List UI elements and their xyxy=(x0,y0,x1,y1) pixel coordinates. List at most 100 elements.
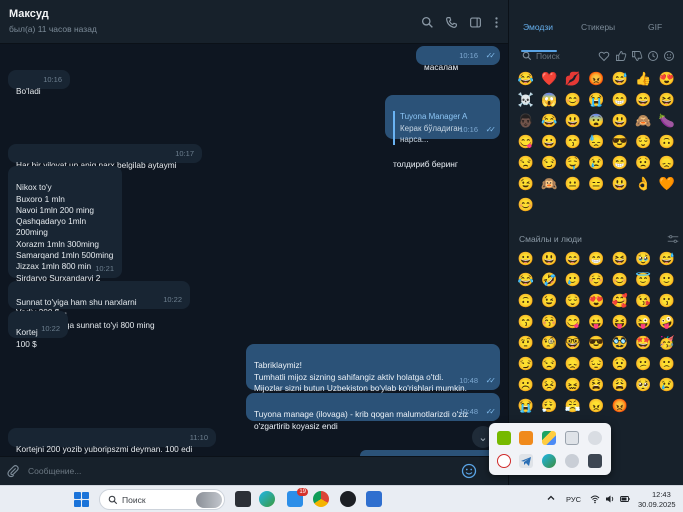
emoji-item[interactable]: 😋 xyxy=(564,312,582,330)
emoji-item[interactable]: ☠️ xyxy=(517,90,535,108)
more-menu-icon[interactable] xyxy=(487,13,505,31)
emoji-item[interactable]: 😡 xyxy=(611,396,629,414)
message-incoming[interactable]: Har bir viloyat un aniq narx belgilab ay… xyxy=(8,144,202,170)
emoji-item[interactable]: 🧐 xyxy=(541,333,559,351)
emoji-item[interactable]: 😃 xyxy=(564,111,582,129)
message-outgoing[interactable]: Tabriklaymiz! Tumhatli mijoz sizning sah… xyxy=(246,344,500,393)
emoji-item[interactable]: ❤️ xyxy=(541,69,559,87)
windows-start-icon[interactable] xyxy=(74,492,89,507)
emoji-item[interactable]: 😜 xyxy=(635,312,653,330)
thumbs-up-category-icon[interactable] xyxy=(615,50,627,62)
emoji-item[interactable]: 😡 xyxy=(588,69,606,87)
emoji-item[interactable]: 😂 xyxy=(517,270,535,288)
edge-icon[interactable] xyxy=(542,454,556,468)
emoji-item[interactable]: 😒 xyxy=(541,354,559,372)
emoji-item[interactable]: 😢 xyxy=(658,375,676,393)
smiley-category-icon[interactable] xyxy=(663,50,675,62)
battery-icon[interactable] xyxy=(620,494,630,504)
sidebar-toggle-icon[interactable] xyxy=(466,13,484,31)
emoji-item[interactable]: 😟 xyxy=(635,153,653,171)
emoji-item[interactable]: 🍆 xyxy=(658,111,676,129)
nvidia-icon[interactable] xyxy=(497,431,511,445)
emoji-item[interactable]: 🤤 xyxy=(564,153,582,171)
message-outgoing[interactable]: масалам 10:16 ✓✓ xyxy=(416,46,500,72)
paperclip-icon[interactable] xyxy=(6,464,20,478)
emoji-item[interactable]: 😖 xyxy=(564,375,582,393)
emoji-item[interactable]: 😨 xyxy=(588,111,606,129)
emoji-item[interactable]: 😫 xyxy=(588,375,606,393)
emoji-item[interactable]: 😃 xyxy=(611,174,629,192)
emoji-item[interactable]: 🙂 xyxy=(658,270,676,288)
heart-category-icon[interactable] xyxy=(598,50,610,62)
emoji-item[interactable]: 😄 xyxy=(635,90,653,108)
emoji-item[interactable]: 🤓 xyxy=(564,333,582,351)
usb-icon[interactable] xyxy=(565,431,579,445)
emoji-item[interactable]: 🥳 xyxy=(658,333,676,351)
emoji-item[interactable]: 😤 xyxy=(564,396,582,414)
emoji-item[interactable]: 😀 xyxy=(517,249,535,267)
emoji-item[interactable]: 😟 xyxy=(611,354,629,372)
emoji-item[interactable]: 🥺 xyxy=(635,375,653,393)
clock-time[interactable]: 12:43 xyxy=(652,490,671,499)
emoji-item[interactable]: 😞 xyxy=(658,153,676,171)
message-outgoing[interactable]: Tuyona manage (ilovaga) - krib qogan mal… xyxy=(246,393,500,431)
message-incoming[interactable]: Kortejni 200 yozib yuboripszmi deyman. 1… xyxy=(8,428,216,454)
message-list[interactable]: масалам 10:16 ✓✓ Bo'ladi 10:16 Tuyona Ma… xyxy=(0,44,508,456)
emoji-item[interactable]: 😍 xyxy=(588,291,606,309)
emoji-item[interactable]: 😢 xyxy=(588,153,606,171)
emoji-item[interactable]: 😄 xyxy=(564,249,582,267)
emoji-item[interactable]: 🙁 xyxy=(658,354,676,372)
emoji-item[interactable]: 😎 xyxy=(588,333,606,351)
chevron-up-icon[interactable] xyxy=(546,493,556,503)
message-incoming[interactable]: Kortej 100 $ 10:22 xyxy=(8,311,68,349)
tab-stickers[interactable]: Стикеры xyxy=(581,22,615,32)
yandex-icon[interactable] xyxy=(497,454,511,468)
chat-icon[interactable] xyxy=(588,431,602,445)
emoji-item[interactable]: 😣 xyxy=(541,375,559,393)
emoji-item[interactable]: 🙈 xyxy=(635,111,653,129)
wifi-icon[interactable] xyxy=(590,494,600,504)
message-outgoing-reply[interactable]: Tuyona Manager A Керак бўладиган нарса..… xyxy=(385,95,500,169)
emoji-item[interactable]: 😁 xyxy=(611,153,629,171)
emoji-item[interactable]: 😉 xyxy=(517,174,535,192)
emoji-item[interactable]: 🙉 xyxy=(541,174,559,192)
emoji-item[interactable]: 😐 xyxy=(564,174,582,192)
tab-emoji[interactable]: Эмодзи xyxy=(523,22,553,32)
mail-app-icon[interactable]: 19 xyxy=(287,488,308,507)
taskbar-search[interactable]: Поиск xyxy=(99,489,225,510)
message-incoming[interactable]: Sunnat to'yiga ham shu narxlarni belgila… xyxy=(8,281,190,330)
emoji-item[interactable]: 😓 xyxy=(588,132,606,150)
emoji-item[interactable]: 🥸 xyxy=(611,333,629,351)
language-indicator[interactable]: РУС xyxy=(566,495,581,504)
google-drive-icon[interactable] xyxy=(542,431,556,445)
emoji-icon[interactable] xyxy=(461,463,477,479)
emoji-item[interactable]: 😙 xyxy=(564,132,582,150)
message-incoming[interactable]: Bo'ladi 10:16 xyxy=(8,70,70,96)
phone-icon[interactable] xyxy=(442,13,460,31)
emoji-item[interactable]: 😔 xyxy=(588,354,606,372)
emoji-item[interactable]: 🙃 xyxy=(658,132,676,150)
emoji-item[interactable]: 😑 xyxy=(588,174,606,192)
emoji-item[interactable]: 😀 xyxy=(541,132,559,150)
document-app-icon[interactable] xyxy=(366,491,382,507)
emoji-item[interactable]: 🙃 xyxy=(517,291,535,309)
volume-icon[interactable] xyxy=(605,494,615,504)
emoji-item[interactable]: 😋 xyxy=(517,132,535,150)
emoji-item[interactable]: 😚 xyxy=(541,312,559,330)
emoji-item[interactable]: 😏 xyxy=(517,354,535,372)
emoji-item[interactable]: 😝 xyxy=(611,312,629,330)
emoji-item[interactable]: 👌 xyxy=(635,174,653,192)
emoji-item[interactable]: 😞 xyxy=(564,354,582,372)
chat-header[interactable]: Максуд был(а) 11 часов назад xyxy=(0,0,508,44)
emoji-item[interactable]: 😊 xyxy=(517,195,535,213)
emoji-item[interactable]: 😌 xyxy=(635,132,653,150)
emoji-item[interactable]: 😗 xyxy=(658,291,676,309)
emoji-item[interactable]: 🤪 xyxy=(658,312,676,330)
emoji-item[interactable]: 😆 xyxy=(658,90,676,108)
emoji-item[interactable]: 😊 xyxy=(611,270,629,288)
emoji-item[interactable]: 🤩 xyxy=(635,333,653,351)
emoji-item[interactable]: 😉 xyxy=(541,291,559,309)
chat-title[interactable]: Максуд xyxy=(9,8,49,20)
emoji-item[interactable]: 😭 xyxy=(517,396,535,414)
emoji-item[interactable]: 🧡 xyxy=(658,174,676,192)
